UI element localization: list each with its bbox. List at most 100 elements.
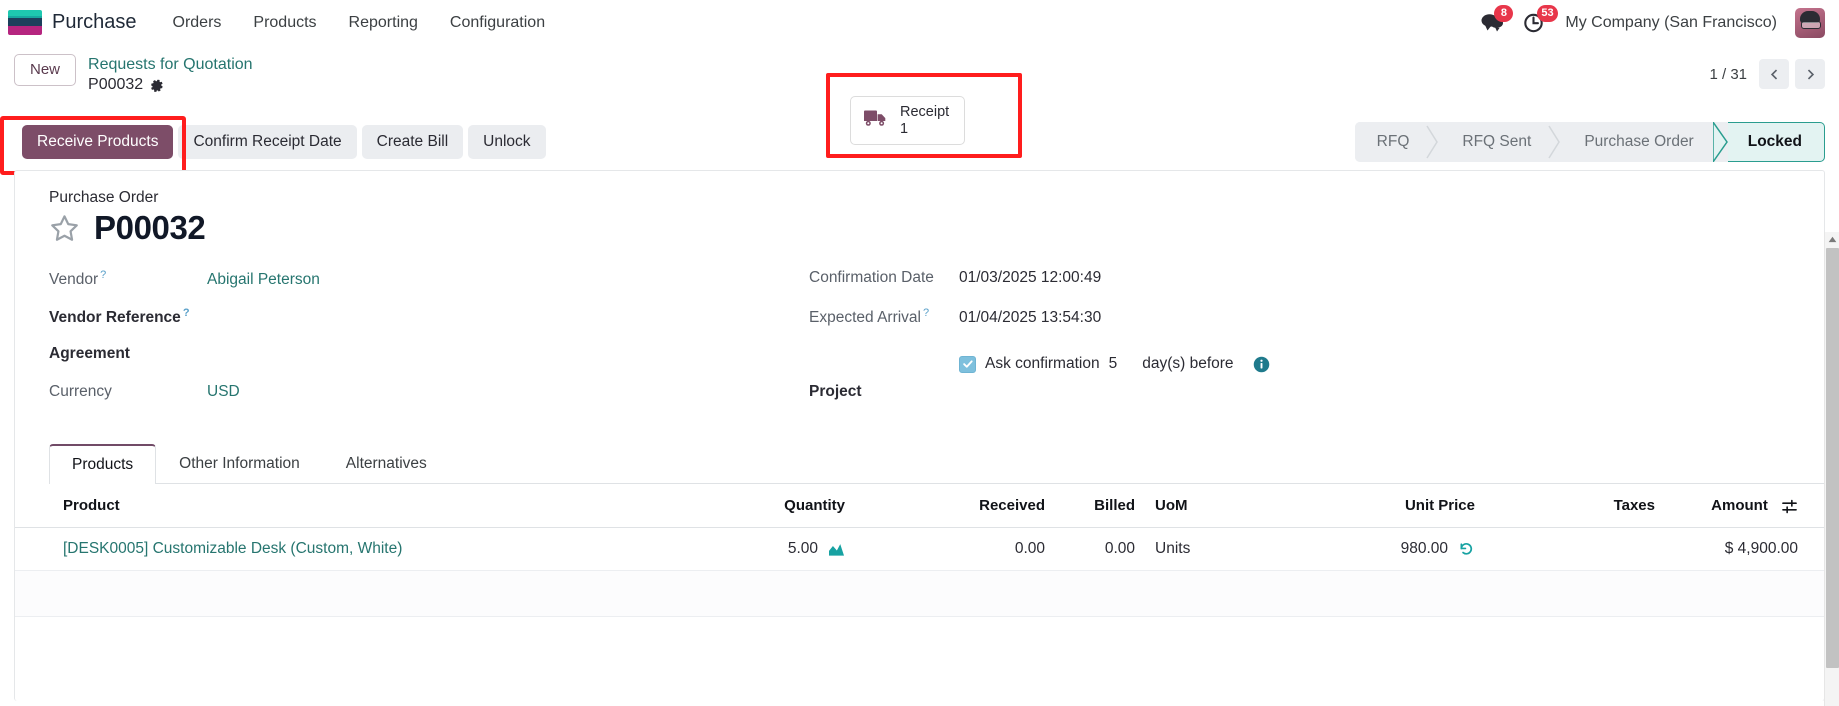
order-lines-header: Product Quantity Received Billed UoM Uni…	[15, 484, 1824, 528]
field-expected-arrival-label: Expected Arrival?	[809, 307, 959, 327]
field-expected-arrival-label-text: Expected Arrival	[809, 309, 921, 327]
cell-uom[interactable]: Units	[1145, 527, 1305, 571]
menu-configuration[interactable]: Configuration	[434, 0, 561, 45]
product-link[interactable]: [DESK0005] Customizable Desk (Custom, Wh…	[63, 540, 402, 557]
table-empty-cell	[15, 570, 1824, 617]
receive-products-button[interactable]: Receive Products	[22, 125, 174, 159]
scrollbar-thumb[interactable]	[1826, 248, 1839, 668]
status-separator-icon	[1548, 122, 1565, 162]
status-stage-rfq[interactable]: RFQ	[1354, 122, 1430, 162]
status-stage-rfq-sent[interactable]: RFQ Sent	[1442, 122, 1552, 162]
messages-button[interactable]: 8	[1480, 4, 1514, 34]
breadcrumb-current: P00032	[88, 75, 253, 95]
confirm-receipt-date-button[interactable]: Confirm Receipt Date	[178, 125, 357, 159]
menu-products[interactable]: Products	[237, 0, 332, 45]
unlock-button[interactable]: Unlock	[468, 125, 546, 159]
breadcrumb: Requests for Quotation P00032	[88, 54, 253, 95]
ask-confirmation-suffix: day(s) before	[1142, 355, 1234, 372]
col-amount-label: Amount	[1711, 497, 1768, 514]
notebook: Products Other Information Alternatives …	[15, 443, 1824, 617]
company-switcher[interactable]: My Company (San Francisco)	[1565, 14, 1777, 32]
help-icon[interactable]: ?	[923, 307, 929, 319]
table-header-row: Product Quantity Received Billed UoM Uni…	[15, 484, 1824, 528]
menu-reporting[interactable]: Reporting	[333, 0, 434, 45]
field-vendor-label: Vendor?	[49, 269, 207, 289]
checkmark-icon	[962, 360, 973, 368]
field-confirmation-date-value[interactable]: 01/03/2025 12:00:49	[959, 269, 1101, 287]
control-panel: New Requests for Quotation P00032 Receip…	[0, 45, 1839, 158]
col-billed[interactable]: Billed	[1055, 484, 1145, 528]
ask-confirmation-days[interactable]: 5	[1109, 355, 1118, 373]
cell-product: [DESK0005] Customizable Desk (Custom, Wh…	[15, 527, 655, 571]
field-vendor-value[interactable]: Abigail Peterson	[207, 271, 320, 289]
field-currency: Currency USD	[49, 383, 809, 421]
col-amount[interactable]: Amount	[1665, 484, 1824, 528]
menu-orders[interactable]: Orders	[157, 0, 238, 45]
tab-other-information[interactable]: Other Information	[156, 444, 323, 484]
help-icon[interactable]: ?	[100, 269, 106, 281]
field-confirmation-date-label: Confirmation Date	[809, 269, 934, 286]
breadcrumb-parent-link[interactable]: Requests for Quotation	[88, 55, 253, 75]
action-buttons: Receive Products Confirm Receipt Date Cr…	[14, 125, 546, 159]
status-stage-locked[interactable]: Locked	[1727, 122, 1825, 162]
cell-unit-price[interactable]: 980.00	[1305, 527, 1485, 571]
optional-columns-icon[interactable]	[1781, 499, 1798, 514]
col-product[interactable]: Product	[15, 484, 655, 528]
col-received[interactable]: Received	[855, 484, 1055, 528]
cell-amount: $ 4,900.00	[1665, 527, 1824, 571]
pager-previous-button[interactable]	[1759, 59, 1789, 89]
favorite-star-icon[interactable]	[49, 213, 80, 244]
gear-icon[interactable]	[150, 78, 164, 92]
vertical-scrollbar[interactable]	[1824, 232, 1839, 706]
info-icon[interactable]	[1253, 356, 1270, 373]
forecast-report-icon[interactable]	[828, 542, 845, 557]
cell-quantity[interactable]: 5.00	[655, 527, 855, 571]
chevron-right-icon	[1807, 68, 1814, 80]
order-lines-table: Product Quantity Received Billed UoM Uni…	[15, 484, 1824, 617]
cell-taxes[interactable]	[1485, 527, 1665, 571]
status-active-arrow-icon	[1712, 122, 1728, 162]
form-column-right: Confirmation Date 01/03/2025 12:00:49 Ex…	[809, 269, 1790, 421]
statusbar-row: Receive Products Confirm Receipt Date Cr…	[0, 116, 1839, 175]
help-icon[interactable]: ?	[183, 307, 190, 319]
app-brand-purchase[interactable]: Purchase	[52, 11, 157, 34]
new-record-button[interactable]: New	[14, 54, 77, 86]
activities-badge: 53	[1537, 4, 1558, 22]
cell-billed[interactable]: 0.00	[1055, 527, 1145, 571]
price-history-icon[interactable]	[1458, 541, 1475, 557]
quantity-wrap: 5.00	[665, 540, 845, 558]
breadcrumb-current-label: P00032	[88, 76, 144, 93]
col-quantity[interactable]: Quantity	[655, 484, 855, 528]
pager-next-button[interactable]	[1795, 59, 1825, 89]
form-fields: Vendor? Abigail Peterson Vendor Referenc…	[49, 269, 1790, 421]
col-taxes[interactable]: Taxes	[1485, 484, 1665, 528]
field-vendor: Vendor? Abigail Peterson	[49, 269, 809, 307]
field-vendor-reference-label-text: Vendor Reference	[49, 309, 181, 327]
quantity-value: 5.00	[787, 540, 818, 557]
col-unit-price[interactable]: Unit Price	[1305, 484, 1485, 528]
col-uom[interactable]: UoM	[1145, 484, 1305, 528]
status-stage-purchase-order[interactable]: Purchase Order	[1564, 122, 1714, 162]
field-agreement-label: Agreement	[49, 345, 130, 362]
activities-button[interactable]: 53	[1523, 4, 1558, 34]
scrollbar-up-arrow-icon[interactable]	[1825, 232, 1839, 247]
top-navbar: Purchase Orders Products Reporting Confi…	[0, 0, 1839, 45]
messages-badge: 8	[1494, 4, 1514, 22]
cell-received[interactable]: 0.00	[855, 527, 1055, 571]
field-project: Project	[809, 383, 1790, 421]
order-lines-table-wrap: Product Quantity Received Billed UoM Uni…	[15, 484, 1824, 617]
tab-alternatives[interactable]: Alternatives	[323, 444, 450, 484]
form-sheet: Purchase Order P00032 Vendor? Abigail Pe…	[14, 170, 1825, 701]
order-lines-body: [DESK0005] Customizable Desk (Custom, Wh…	[15, 527, 1824, 617]
create-bill-button[interactable]: Create Bill	[361, 125, 464, 159]
tab-products[interactable]: Products	[49, 444, 157, 484]
field-expected-arrival: Expected Arrival? 01/04/2025 13:54:30	[809, 307, 1790, 345]
field-expected-arrival-value[interactable]: 01/04/2025 13:54:30	[959, 309, 1101, 327]
table-row[interactable]: [DESK0005] Customizable Desk (Custom, Wh…	[15, 527, 1824, 571]
odoo-logo-icon[interactable]	[8, 10, 42, 35]
field-vendor-reference: Vendor Reference?	[49, 307, 809, 345]
user-avatar[interactable]	[1795, 7, 1825, 38]
field-currency-value[interactable]: USD	[207, 383, 240, 401]
ask-confirmation-checkbox[interactable]	[959, 355, 976, 373]
pager-counter[interactable]: 1 / 31	[1709, 66, 1747, 83]
